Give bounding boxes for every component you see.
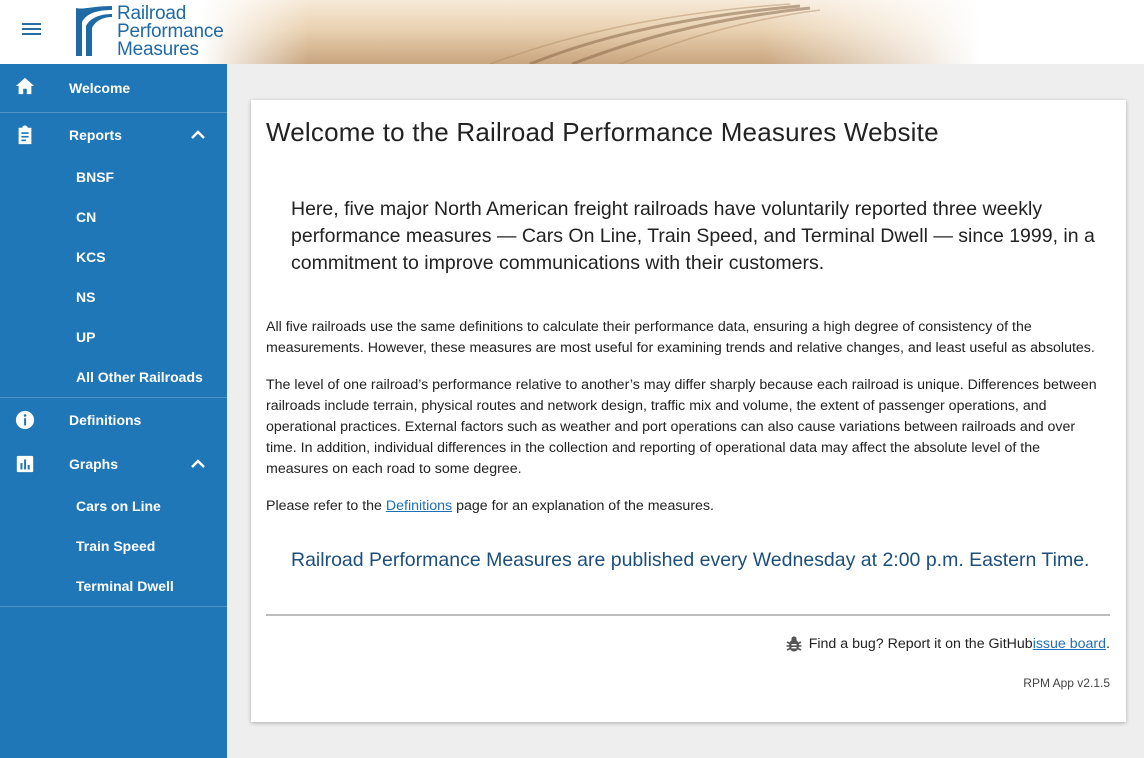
definitions-link[interactable]: Definitions [386,498,452,514]
sidebar-item-terminal-dwell[interactable]: Terminal Dwell [0,566,227,606]
clipboard-icon [18,125,32,145]
consistency-paragraph: All five railroads use the same definiti… [266,319,1095,356]
info-icon [15,410,35,430]
sidebar-divider [0,606,227,607]
differences-paragraph: The level of one railroad’s performance … [266,377,1097,477]
sidebar-item-train-speed[interactable]: Train Speed [0,526,227,566]
welcome-card: Welcome to the Railroad Performance Meas… [251,100,1126,722]
app-header: Railroad Performance Measures [0,0,1144,64]
issue-board-link[interactable]: issue board [1033,636,1106,652]
sidebar-item-label: Welcome [69,80,131,96]
sidebar-item-bnsf[interactable]: BNSF [0,157,227,197]
sidebar-item-cars-on-line[interactable]: Cars on Line [0,486,227,526]
sidebar-item-definitions[interactable]: Definitions [0,398,227,442]
app-version: RPM App v2.1.5 [1023,676,1110,690]
sidebar-item-label: Graphs [69,456,119,472]
railroad-performance-measures-logo[interactable]: Railroad Performance Measures [72,4,242,60]
home-icon [15,77,35,95]
chevron-up-icon[interactable] [190,128,206,140]
hamburger-icon[interactable] [18,20,48,44]
definitions-paragraph: Please refer to the Definitions page for… [266,498,714,514]
publication-schedule: Railroad Performance Measures are publis… [291,549,1090,571]
bug-icon [786,636,802,652]
sidebar-item-cn[interactable]: CN [0,197,227,237]
logo-wordmark: Railroad Performance Measures [117,3,224,60]
sidebar-nav: Welcome Reports BNSF CN KCS NS UP All Ot… [0,64,227,758]
sidebar-item-reports[interactable]: Reports [0,113,227,157]
lead-paragraph: Here, five major North American freight … [291,198,1095,274]
chevron-up-icon[interactable] [190,457,206,469]
sidebar-item-all-other-railroads[interactable]: All Other Railroads [0,357,227,397]
bar-chart-icon [16,455,34,473]
sidebar-item-welcome[interactable]: Welcome [0,64,227,112]
sidebar-item-up[interactable]: UP [0,317,227,357]
content-divider [266,614,1110,616]
header-railroad-photo [200,0,980,64]
sidebar-item-graphs[interactable]: Graphs [0,442,227,486]
sidebar-item-kcs[interactable]: KCS [0,237,227,277]
page-title: Welcome to the Railroad Performance Meas… [266,117,939,147]
sidebar-item-label: Definitions [69,412,142,428]
sidebar-item-label: Reports [69,127,122,143]
sidebar-item-ns[interactable]: NS [0,277,227,317]
bug-report-line: Find a bug? Report it on the GitHub issu… [785,635,1110,653]
